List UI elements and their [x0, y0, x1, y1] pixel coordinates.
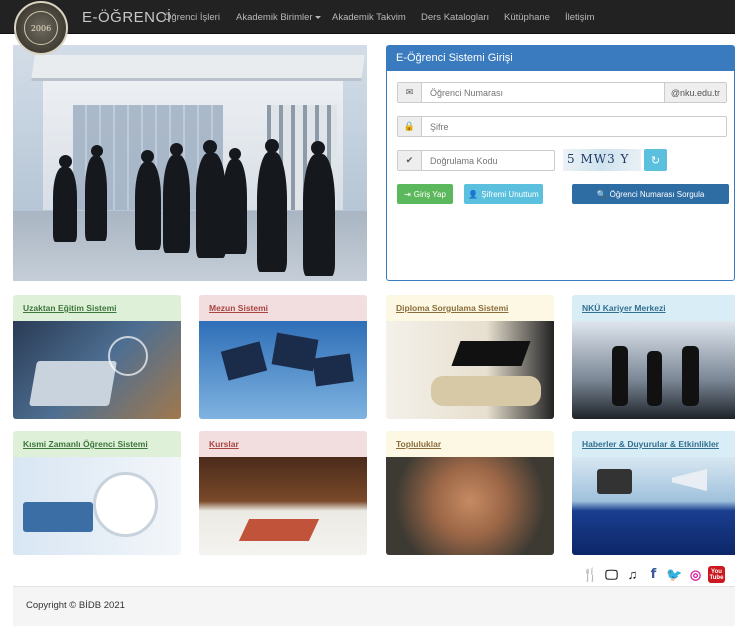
card-alumni-title[interactable]: Mezun Sistemi — [199, 295, 367, 321]
distance-education-image — [13, 321, 181, 419]
diploma-image — [386, 321, 554, 419]
silhouette — [196, 153, 226, 258]
envelope-icon: ✉ — [398, 83, 422, 102]
facebook-icon[interactable]: f — [645, 566, 662, 583]
check-icon: ✔ — [398, 151, 422, 170]
navbar: 2006 E-ÖĞRENCİ Öğrenci İşleri Akademik B… — [0, 0, 735, 55]
news-image — [572, 457, 735, 555]
refresh-captcha-button[interactable]: ↻ — [644, 149, 667, 171]
footer: Copyright © BİDB 2021 — [13, 586, 735, 626]
query-student-number-button[interactable]: 🔍 Öğrenci Numarası Sorgula — [572, 184, 729, 204]
nav-academic-calendar[interactable]: Akademik Takvim — [332, 12, 406, 23]
refresh-icon: ↻ — [650, 154, 661, 167]
diploma-scroll — [431, 376, 541, 406]
card-part-time-student[interactable]: Kısmi Zamanlı Öğrenci Sistemi — [13, 431, 181, 555]
password-field[interactable]: 🔒 — [397, 116, 727, 137]
caret-down-icon — [314, 15, 321, 19]
network-circle — [108, 336, 148, 376]
card-part-time-student-title[interactable]: Kısmi Zamanlı Öğrenci Sistemi — [13, 431, 181, 457]
card-diploma-query-title[interactable]: Diploma Sorgulama Sistemi — [386, 295, 554, 321]
card-courses-title[interactable]: Kurslar — [199, 431, 367, 457]
silhouette-head — [203, 140, 217, 154]
nav-contact[interactable]: İletişim — [565, 12, 595, 23]
silhouette — [163, 155, 190, 253]
card-communities-title[interactable]: Topluluklar — [386, 431, 554, 457]
login-button[interactable]: ⇥ Giriş Yap — [397, 184, 453, 204]
career-image — [572, 321, 735, 419]
megaphone-shape — [672, 469, 707, 491]
silhouette — [135, 162, 161, 250]
card-career-center-title[interactable]: NKÜ Kariyer Merkezi — [572, 295, 735, 321]
grad-cap — [451, 341, 531, 366]
card-communities[interactable]: Topluluklar — [386, 431, 554, 555]
card-distance-education[interactable]: Uzaktan Eğitim Sistemi — [13, 295, 181, 419]
student-number-field[interactable]: ✉ @nku.edu.tr — [397, 82, 727, 103]
university-logo[interactable]: 2006 — [14, 1, 68, 55]
silhouette — [223, 159, 247, 254]
copyright-text: Copyright © BİDB 2021 — [26, 600, 125, 611]
query-student-number-label: Öğrenci Numarası Sorgula — [609, 189, 705, 199]
card-distance-education-title[interactable]: Uzaktan Eğitim Sistemi — [13, 295, 181, 321]
social-icons: 🍴 🖵 ♫ f 🐦 ◎ You Tube — [582, 566, 725, 583]
login-title: E-Öğrenci Sistemi Girişi — [387, 46, 734, 71]
grad-cap — [271, 332, 319, 372]
lock-icon: 🔒 — [398, 117, 422, 136]
card-diploma-query[interactable]: Diploma Sorgulama Sistemi — [386, 295, 554, 419]
silhouette — [682, 346, 699, 406]
captcha-image: 5 MW3 Y — [563, 149, 641, 171]
hero-image — [13, 45, 367, 281]
silhouette — [257, 152, 287, 272]
nav-academic-units[interactable]: Akademik Birimler — [236, 12, 321, 23]
nav-library[interactable]: Kütüphane — [504, 12, 550, 23]
silhouette — [612, 346, 628, 406]
silhouette-head — [265, 139, 279, 153]
email-suffix: @nku.edu.tr — [663, 83, 726, 102]
silhouette — [303, 154, 335, 276]
nav-student-affairs[interactable]: Öğrenci İşleri — [164, 12, 220, 23]
verification-field[interactable]: ✔ — [397, 150, 555, 171]
tv-icon[interactable]: 🖵 — [603, 566, 620, 583]
youtube-icon[interactable]: You Tube — [708, 566, 725, 583]
verification-input[interactable] — [422, 151, 547, 170]
login-panel: E-Öğrenci Sistemi Girişi ✉ @nku.edu.tr 🔒… — [386, 45, 735, 281]
student-number-input[interactable] — [422, 83, 547, 102]
building-roof — [31, 55, 365, 81]
house-model — [238, 519, 320, 541]
communities-image — [386, 457, 554, 555]
password-input[interactable] — [422, 117, 547, 136]
silhouette — [85, 156, 107, 241]
search-icon: 🔍 — [596, 189, 607, 199]
forgot-password-button[interactable]: 👤 Şifremi Unuttum — [464, 184, 543, 204]
grad-cap — [220, 341, 268, 381]
twitter-icon[interactable]: 🐦 — [666, 566, 683, 583]
courses-image — [199, 457, 367, 555]
card-alumni[interactable]: Mezun Sistemi — [199, 295, 367, 419]
silhouette — [53, 167, 77, 242]
silhouette-head — [311, 141, 325, 155]
silhouette — [647, 351, 662, 406]
music-icon[interactable]: ♫ — [624, 566, 641, 583]
part-time-image — [13, 457, 181, 555]
food-icon[interactable]: 🍴 — [582, 566, 599, 583]
tablet-shape — [23, 502, 93, 532]
card-courses[interactable]: Kurslar — [199, 431, 367, 555]
user-icon: 👤 — [468, 189, 479, 199]
nav-academic-units-label: Akademik Birimler — [236, 12, 313, 23]
brand-title[interactable]: E-ÖĞRENCİ — [82, 9, 172, 26]
grad-cap — [312, 353, 354, 387]
alumni-image — [199, 321, 367, 419]
card-news[interactable]: Haberler & Duyurular & Etkinlikler — [572, 431, 735, 555]
sign-in-icon: ⇥ — [404, 189, 411, 199]
camera-shape — [597, 469, 632, 494]
instagram-icon[interactable]: ◎ — [687, 566, 704, 583]
clock-shape — [93, 472, 158, 537]
logo-year: 2006 — [24, 11, 58, 45]
card-news-title[interactable]: Haberler & Duyurular & Etkinlikler — [572, 431, 735, 457]
card-career-center[interactable]: NKÜ Kariyer Merkezi — [572, 295, 735, 419]
nav-course-catalogs[interactable]: Ders Katalogları — [421, 12, 489, 23]
login-button-label: Giriş Yap — [413, 189, 446, 199]
forgot-password-label: Şifremi Unuttum — [481, 189, 539, 199]
laptop-shape — [29, 361, 117, 406]
